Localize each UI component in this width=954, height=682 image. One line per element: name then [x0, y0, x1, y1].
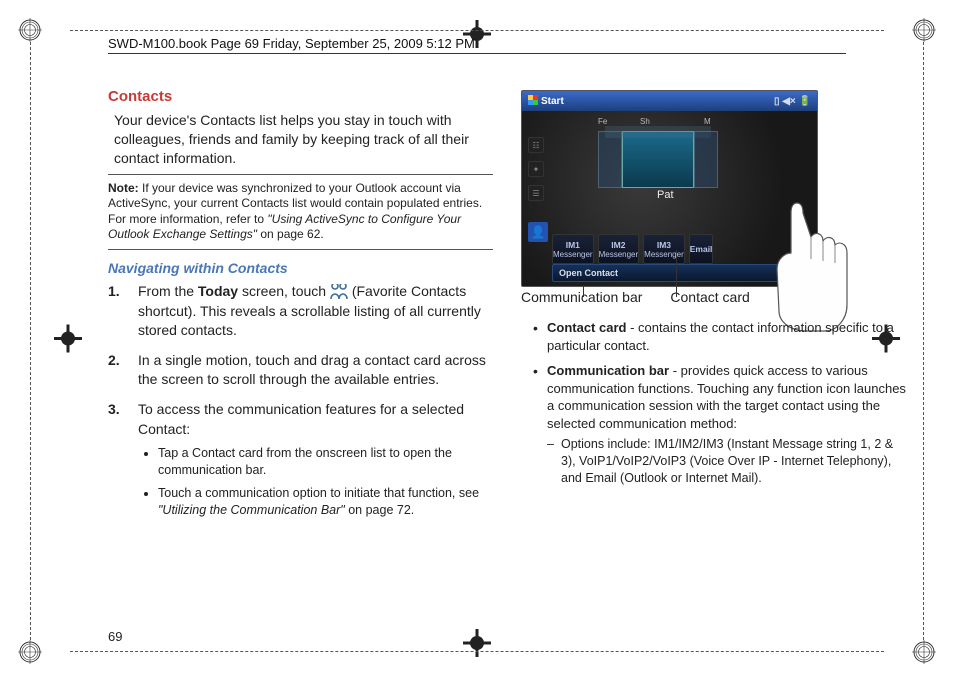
step-text: In a single motion, touch and drag a con…: [138, 352, 486, 388]
comm-chip-im3: IM3Messenger: [643, 234, 685, 264]
comm-chip-email: Email: [689, 234, 714, 264]
step-text: screen, touch: [238, 283, 330, 299]
intro-paragraph: Your device's Contacts list helps you st…: [114, 111, 493, 168]
registration-mark-icon: [463, 629, 491, 662]
favorite-contacts-icon: [330, 284, 348, 300]
step-item: 2. In a single motion, touch and drag a …: [138, 351, 493, 390]
step-item: 1. From the Today screen, touch (Favorit…: [138, 282, 493, 341]
launcher-dot-icon: ☷: [528, 137, 544, 153]
start-button-label: Start: [528, 95, 564, 107]
substep-item: Tap a Contact card from the onscreen lis…: [158, 445, 493, 479]
carousel-tile: [598, 131, 622, 188]
carousel-tile: [694, 131, 718, 188]
carousel-label: M: [704, 117, 711, 126]
divider: [108, 174, 493, 175]
crop-target-icon: [18, 640, 42, 664]
device-titlebar: Start ▯ ◀× 🔋: [522, 91, 817, 111]
definition-term: Contact card: [547, 320, 626, 335]
carousel-label: Fe: [598, 117, 607, 126]
crop-target-icon: [912, 640, 936, 664]
page-number: 69: [108, 629, 122, 644]
comm-chip-im2: IM2Messenger: [598, 234, 640, 264]
crop-edge: [30, 42, 31, 640]
step-text: To access the communication features for…: [138, 401, 464, 437]
substep-text: on page 72.: [345, 503, 415, 517]
launcher-dot-icon: ✦: [528, 161, 544, 177]
definition-term: Communication bar: [547, 363, 669, 378]
crop-target-icon: [912, 18, 936, 42]
substep-reference: "Utilizing the Communication Bar": [158, 503, 345, 517]
step-bold: Today: [198, 283, 238, 299]
step-number: 2.: [108, 351, 120, 371]
definition-item: Contact card - contains the contact info…: [547, 319, 906, 354]
substep-text: Touch a communication option to initiate…: [158, 486, 479, 500]
definition-item: Communication bar - provides quick acces…: [547, 362, 906, 487]
comm-chip-im1: IM1Messenger: [552, 234, 594, 264]
note-text: on page 62.: [257, 227, 324, 241]
registration-mark-icon: [54, 325, 82, 358]
windows-flag-icon: [528, 95, 538, 105]
note-block: Note: If your device was synchronized to…: [108, 181, 493, 243]
callout-communication-bar: Communication bar: [521, 289, 642, 305]
launcher-dot-icon: ☰: [528, 185, 544, 201]
avatar-icon: 👤: [528, 222, 548, 242]
device-screenshot-figure: Start ▯ ◀× 🔋 ☷ ✦ ☰ Fe Sh: [521, 90, 841, 305]
contact-name: Pat: [657, 189, 674, 201]
definition-subitem: Options include: IM1/IM2/IM3 (Instant Me…: [561, 436, 906, 487]
note-label: Note:: [108, 181, 139, 195]
section-title: Contacts: [108, 88, 493, 105]
step-number: 1.: [108, 282, 120, 302]
step-item: 3. To access the communication features …: [138, 400, 493, 519]
crop-target-icon: [18, 18, 42, 42]
step-number: 3.: [108, 400, 120, 420]
framemaker-header: SWD-M100.book Page 69 Friday, September …: [108, 36, 475, 51]
crop-edge: [70, 30, 884, 31]
callout-contact-card: Contact card: [670, 289, 749, 305]
carousel-label: Sh: [640, 117, 650, 126]
callout-leader: [676, 250, 677, 297]
carousel-tile-active: [622, 131, 694, 188]
hand-illustration-icon: [757, 193, 857, 333]
status-icons: ▯ ◀× 🔋: [774, 96, 811, 107]
subheading: Navigating within Contacts: [108, 260, 493, 276]
crop-edge: [923, 42, 924, 640]
crop-edge: [70, 651, 884, 652]
side-launcher: ☷ ✦ ☰: [528, 137, 544, 201]
divider: [108, 249, 493, 250]
step-text: From the: [138, 283, 198, 299]
substep-item: Touch a communication option to initiate…: [158, 485, 493, 519]
callout-leader: [583, 285, 584, 297]
